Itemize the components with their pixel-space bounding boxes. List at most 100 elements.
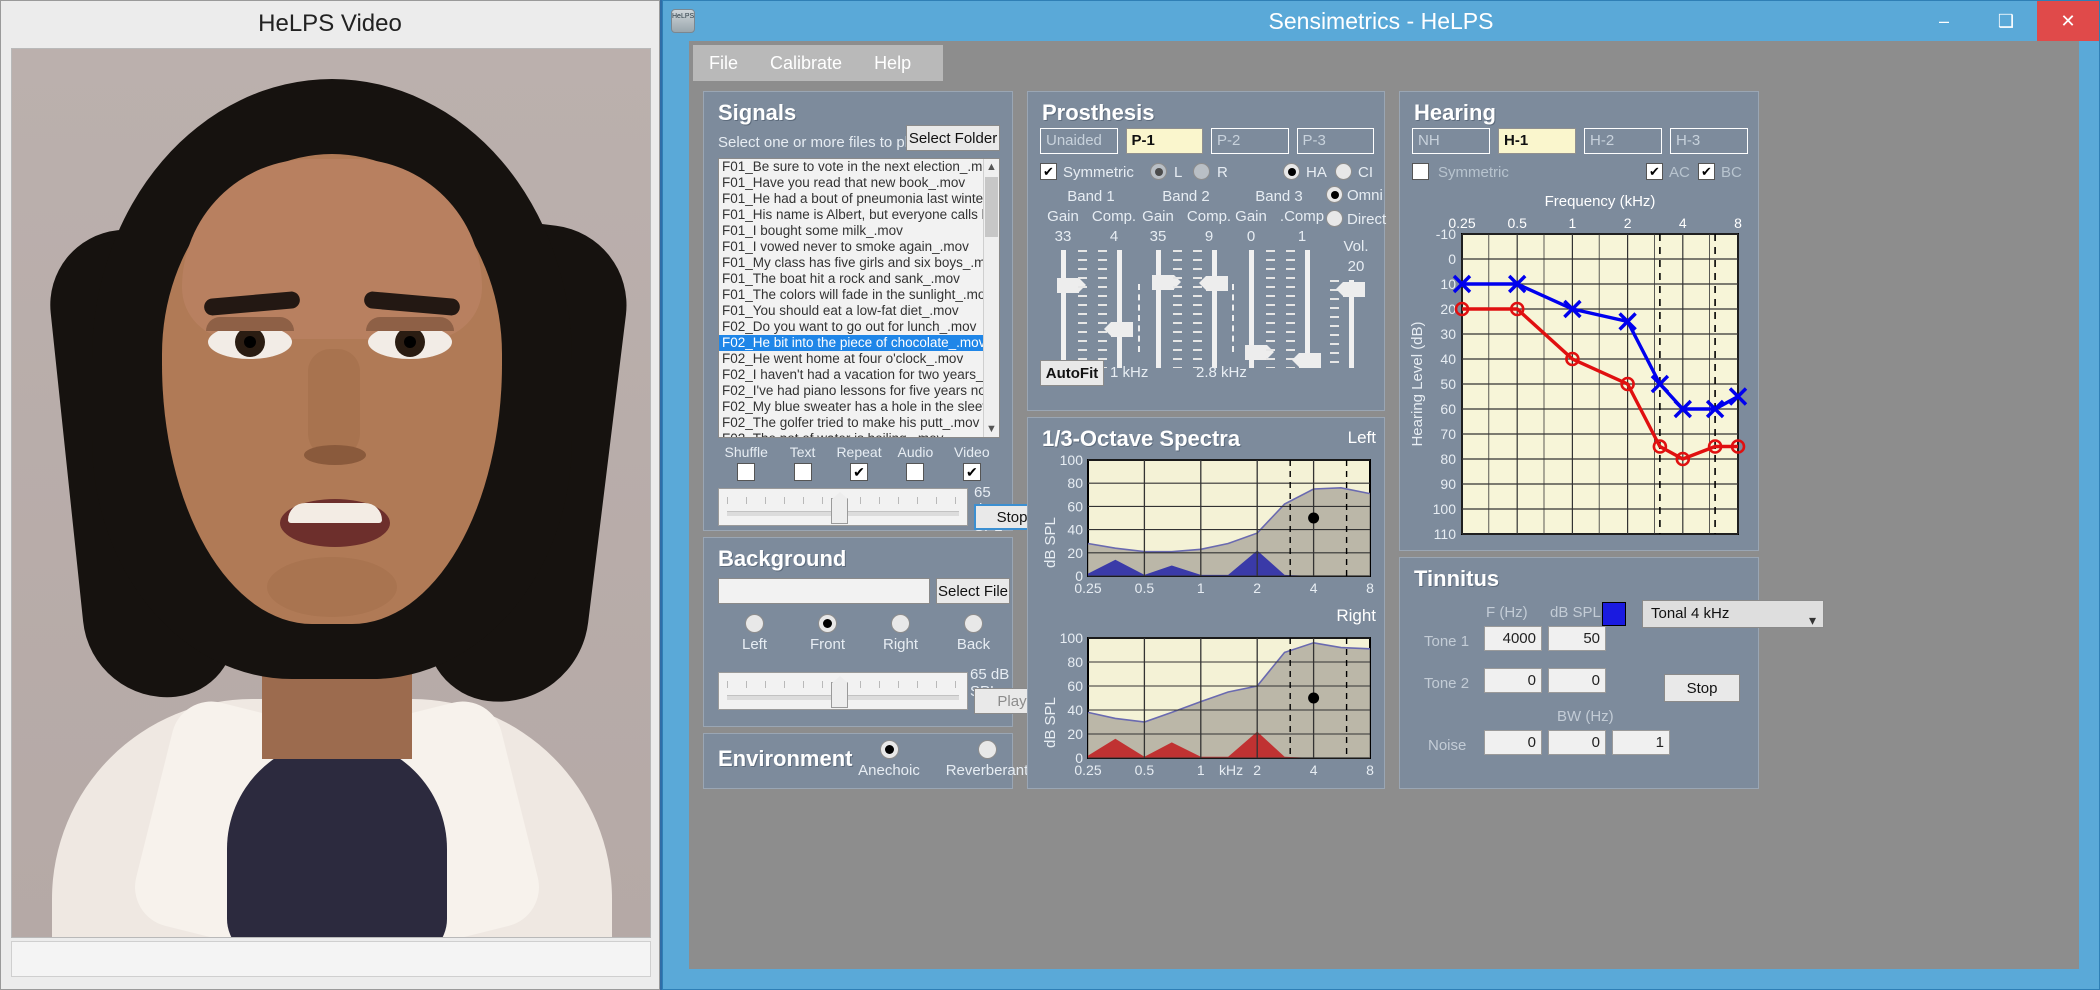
tinnitus-stop-button[interactable]: Stop (1664, 674, 1740, 702)
slider-thumb[interactable] (831, 676, 848, 708)
maximize-button[interactable]: ❑ (1975, 1, 2037, 41)
list-item[interactable]: F01_He had a bout of pneumonia last wint… (719, 191, 999, 207)
prosthesis-symmetric-checkbox[interactable]: ✔ (1040, 163, 1057, 180)
list-item[interactable]: F01_Have you read that new book_.mov (719, 175, 999, 191)
list-item[interactable]: F02_My blue sweater has a hole in the sl… (719, 399, 999, 415)
band-2-comp-slider[interactable] (1199, 250, 1228, 368)
signal-level-slider[interactable] (718, 488, 968, 526)
background-level-slider[interactable] (718, 672, 968, 710)
tinnitus-noise-bandwidth[interactable]: 1 (1612, 730, 1670, 755)
list-item[interactable]: F01_His name is Albert, but everyone cal… (719, 207, 999, 223)
scroll-down-icon[interactable]: ▼ (984, 421, 999, 437)
list-item[interactable]: F01_My class has five girls and six boys… (719, 255, 999, 271)
radio[interactable] (891, 614, 910, 633)
autofit-button[interactable]: AutoFit (1040, 360, 1104, 386)
slider-thumb[interactable] (1336, 282, 1365, 297)
list-item[interactable]: F01_The boat hit a rock and sank_.mov (719, 271, 999, 287)
list-item[interactable]: F02_The golfer tried to make his putt_.m… (719, 415, 999, 431)
list-item[interactable]: F02_He bit into the piece of chocolate_.… (719, 335, 999, 351)
checkbox-ac[interactable]: ✔ (1646, 163, 1663, 180)
radio[interactable] (964, 614, 983, 633)
select-file-button[interactable]: Select File (936, 578, 1010, 604)
slider-thumb[interactable] (1292, 353, 1321, 368)
signal-file-list[interactable]: F01_Be sure to vote in the next election… (718, 158, 1000, 438)
signal-option-repeat[interactable]: Repeat ✔ (831, 444, 887, 481)
background-position-front[interactable]: Front (791, 614, 864, 653)
hearing-symmetric-checkbox[interactable] (1412, 163, 1429, 180)
prosthesis-preset-p-2[interactable]: P-2 (1211, 128, 1289, 154)
checkbox[interactable] (737, 463, 756, 481)
radio-ear-right[interactable] (1193, 163, 1210, 180)
list-item[interactable]: F02_Do you want to go out for lunch_.mov (719, 319, 999, 335)
tinnitus-color-swatch[interactable] (1602, 602, 1626, 626)
band-3-gain-slider[interactable] (1243, 250, 1274, 368)
tinnitus-tone1-frequency[interactable]: 4000 (1484, 626, 1542, 651)
signal-option-video[interactable]: Video ✔ (944, 444, 1000, 481)
background-position-right[interactable]: Right (864, 614, 937, 653)
list-item[interactable]: F01_I bought some milk_.mov (719, 223, 999, 239)
list-item[interactable]: F01_The colors will fade in the sunlight… (719, 287, 999, 303)
background-position-back[interactable]: Back (937, 614, 1010, 653)
slider-thumb[interactable] (831, 492, 848, 524)
prosthesis-preset-unaided[interactable]: Unaided (1040, 128, 1118, 154)
radio-device-ha[interactable] (1283, 163, 1300, 180)
tinnitus-tone1-level[interactable]: 50 (1548, 626, 1606, 651)
tinnitus-tone2-level[interactable]: 0 (1548, 668, 1606, 693)
tinnitus-tone2-frequency[interactable]: 0 (1484, 668, 1542, 693)
list-item[interactable]: F01_You should eat a low-fat diet_.mov (719, 303, 999, 319)
menu-file[interactable]: File (693, 45, 754, 81)
radio-device-ci[interactable] (1335, 163, 1352, 180)
signal-option-text[interactable]: Text (774, 444, 830, 481)
radio-mic-omni[interactable] (1326, 186, 1343, 203)
scrollbar-thumb[interactable] (985, 177, 998, 237)
list-item[interactable]: F02_The pot of water is boiling_.mov (719, 431, 999, 437)
minimize-button[interactable]: – (1913, 1, 1975, 41)
signal-option-audio[interactable]: Audio (887, 444, 943, 481)
slider-thumb[interactable] (1104, 322, 1133, 337)
video-stage[interactable] (11, 48, 651, 938)
list-item[interactable]: F01_Be sure to vote in the next election… (719, 159, 999, 175)
radio[interactable] (818, 614, 837, 633)
tinnitus-noise-frequency[interactable]: 0 (1484, 730, 1542, 755)
slider-thumb[interactable] (1199, 276, 1228, 291)
slider-thumb[interactable] (1245, 345, 1274, 360)
menu-calibrate[interactable]: Calibrate (754, 45, 858, 81)
hearing-preset-h-1[interactable]: H-1 (1498, 128, 1576, 154)
environment-option-reverberant[interactable]: Reverberant (932, 740, 1042, 779)
radio-reverberant[interactable] (977, 740, 997, 759)
checkbox[interactable] (793, 463, 812, 481)
band-1-gain-slider[interactable] (1055, 250, 1086, 368)
list-scrollbar[interactable]: ▲ ▼ (983, 159, 999, 437)
background-file-input[interactable] (718, 578, 930, 604)
checkbox[interactable]: ✔ (962, 463, 981, 481)
band-3-comp-slider[interactable] (1292, 250, 1321, 368)
prosthesis-preset-p-3[interactable]: P-3 (1296, 128, 1374, 154)
list-item[interactable]: F02_He went home at four o'clock_.mov (719, 351, 999, 367)
environment-option-anechoic[interactable]: Anechoic (844, 740, 934, 779)
radio[interactable] (745, 614, 764, 633)
radio-mic-direct[interactable] (1326, 210, 1343, 227)
slider-thumb[interactable] (1152, 275, 1181, 290)
hearing-preset-nh[interactable]: NH (1412, 128, 1490, 154)
hearing-preset-h-2[interactable]: H-2 (1584, 128, 1662, 154)
prosthesis-preset-p-1[interactable]: P-1 (1125, 128, 1203, 154)
background-position-left[interactable]: Left (718, 614, 791, 653)
close-button[interactable]: ✕ (2037, 1, 2099, 41)
select-folder-button[interactable]: Select Folder (906, 125, 1000, 151)
signal-option-shuffle[interactable]: Shuffle (718, 444, 774, 481)
hearing-preset-h-3[interactable]: H-3 (1670, 128, 1748, 154)
checkbox[interactable] (906, 463, 925, 481)
band-2-gain-slider[interactable] (1150, 250, 1181, 368)
radio-anechoic[interactable] (879, 740, 899, 759)
volume-slider[interactable] (1336, 280, 1365, 368)
list-item[interactable]: F01_I vowed never to smoke again_.mov (719, 239, 999, 255)
checkbox[interactable]: ✔ (850, 463, 869, 481)
tinnitus-preset-select[interactable]: Tonal 4 kHz ▾ (1642, 600, 1824, 628)
menu-help[interactable]: Help (858, 45, 927, 81)
radio-ear-left[interactable] (1150, 163, 1167, 180)
tinnitus-noise-level[interactable]: 0 (1548, 730, 1606, 755)
slider-thumb[interactable] (1057, 278, 1086, 293)
checkbox-bc[interactable]: ✔ (1698, 163, 1715, 180)
list-item[interactable]: F02_I haven't had a vacation for two yea… (719, 367, 999, 383)
list-item[interactable]: F02_I've had piano lessons for five year… (719, 383, 999, 399)
